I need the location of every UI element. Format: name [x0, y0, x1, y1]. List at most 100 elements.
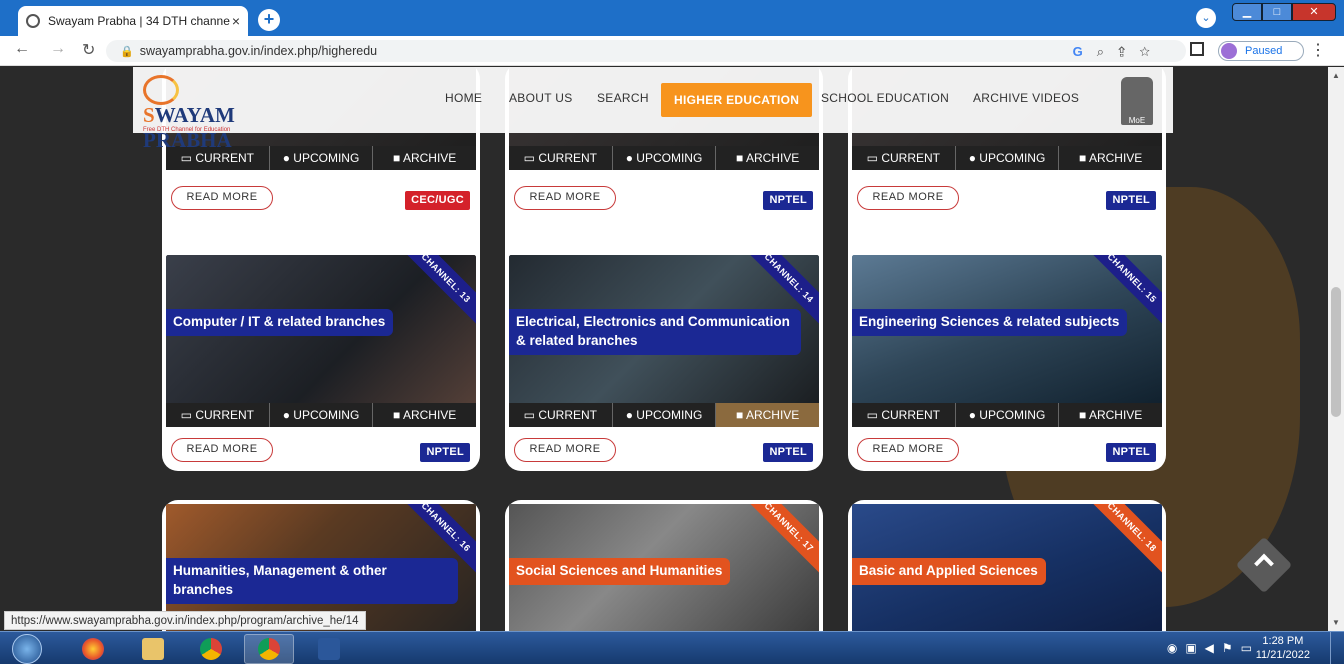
back-icon[interactable]: ←: [14, 40, 30, 58]
maximize-button[interactable]: □: [1262, 3, 1292, 21]
nav-search[interactable]: SEARCH: [597, 91, 649, 105]
channel-image[interactable]: CHANNEL: 17 Social Sciences and Humaniti…: [509, 504, 819, 631]
scroll-up-arrow-icon[interactable]: ▲: [1332, 71, 1340, 80]
taskbar-word[interactable]: [304, 634, 354, 664]
current-tab[interactable]: ▭ CURRENT: [509, 146, 613, 170]
channel-title[interactable]: Humanities, Management & other branches: [166, 558, 458, 604]
channel-title[interactable]: Basic and Applied Sciences: [852, 558, 1046, 585]
google-lens-icon[interactable]: G: [1073, 44, 1097, 59]
taskbar-chrome-active[interactable]: [244, 634, 294, 664]
profile-status: Paused: [1245, 45, 1283, 57]
scroll-down-arrow-icon[interactable]: ▼: [1332, 618, 1340, 627]
channel-card: CHANNEL: 14 Electrical, Electronics and …: [505, 251, 823, 471]
provider-badge: NPTEL: [763, 443, 813, 462]
show-desktop-button[interactable]: [1330, 632, 1344, 664]
channel-card: CHANNEL: 15 Engineering Sciences & relat…: [848, 251, 1166, 471]
provider-badge: NPTEL: [763, 191, 813, 210]
url-text: swayamprabha.gov.in/index.php/higheredu: [139, 44, 378, 58]
page-scrollbar[interactable]: ▲ ▼: [1328, 67, 1344, 631]
start-button[interactable]: [12, 634, 42, 664]
word-icon: [318, 638, 340, 660]
upcoming-tab[interactable]: ● UPCOMING: [270, 146, 374, 170]
upcoming-tab[interactable]: ● UPCOMING: [613, 146, 717, 170]
link-status-url: https://www.swayamprabha.gov.in/index.ph…: [4, 611, 366, 630]
archive-label: ARCHIVE: [402, 408, 457, 422]
archive-tab[interactable]: ■ ARCHIVE: [373, 146, 476, 170]
upcoming-label: UPCOMING: [293, 151, 360, 165]
address-bar[interactable]: 🔒 swayamprabha.gov.in/index.php/higheredu: [106, 40, 1186, 62]
nav-higher-education[interactable]: HIGHER EDUCATION: [661, 83, 813, 117]
channel-ribbon: CHANNEL: 17: [738, 504, 819, 578]
close-window-button[interactable]: ✕: [1292, 3, 1336, 21]
channel-image[interactable]: CHANNEL: 18 Basic and Applied Sciences: [852, 504, 1162, 631]
upcoming-tab[interactable]: ● UPCOMING: [270, 403, 374, 427]
archive-tab[interactable]: ■ ARCHIVE: [716, 146, 819, 170]
profile-button[interactable]: Paused: [1218, 41, 1304, 61]
menu-icon[interactable]: ⋮: [1310, 40, 1326, 60]
channel-image[interactable]: CHANNEL: 13 Computer / IT & related bran…: [166, 255, 476, 407]
logo-tagline: Free DTH Channel for Education: [143, 127, 231, 133]
system-tray[interactable]: ◉▣◀⚑▭: [1167, 641, 1260, 655]
tab-search-icon[interactable]: ⌄: [1196, 8, 1216, 28]
read-more-button[interactable]: READ MORE: [171, 186, 273, 210]
nav-school-education[interactable]: SCHOOL EDUCATION: [821, 91, 949, 105]
taskbar-chrome[interactable]: [186, 634, 236, 664]
upcoming-label: UPCOMING: [636, 151, 703, 165]
channel-ribbon: CHANNEL: 18: [1081, 504, 1162, 578]
current-label: CURRENT: [881, 151, 940, 165]
read-more-button[interactable]: READ MORE: [857, 186, 959, 210]
archive-tab[interactable]: ■ ARCHIVE: [1059, 403, 1162, 427]
upcoming-tab[interactable]: ● UPCOMING: [613, 403, 717, 427]
current-tab[interactable]: ▭ CURRENT: [509, 403, 613, 427]
channel-title[interactable]: Social Sciences and Humanities: [509, 558, 731, 585]
current-tab[interactable]: ▭ CURRENT: [166, 403, 270, 427]
upcoming-label: UPCOMING: [979, 408, 1046, 422]
reload-icon[interactable]: ↻: [82, 40, 95, 60]
channel-title[interactable]: Computer / IT & related branches: [166, 309, 394, 336]
read-more-button[interactable]: READ MORE: [171, 438, 273, 462]
lock-icon: 🔒: [120, 46, 134, 58]
provider-badge: CEC/UGC: [405, 191, 470, 210]
read-more-button[interactable]: READ MORE: [857, 438, 959, 462]
provider-badge: NPTEL: [1106, 443, 1156, 462]
current-tab[interactable]: ▭ CURRENT: [852, 146, 956, 170]
moe-emblem-icon: MoE: [1121, 77, 1153, 125]
archive-label: ARCHIVE: [402, 151, 457, 165]
current-tab[interactable]: ▭ CURRENT: [852, 403, 956, 427]
side-panel-icon[interactable]: [1190, 42, 1204, 56]
channel-title[interactable]: Electrical, Electronics and Communicatio…: [509, 309, 801, 355]
taskbar-clock[interactable]: 1:28 PM 11/21/2022: [1256, 634, 1310, 662]
taskbar-firefox[interactable]: [68, 634, 118, 664]
new-tab-button[interactable]: +: [258, 9, 280, 31]
close-tab-icon[interactable]: ×: [232, 13, 240, 29]
browser-tab[interactable]: Swayam Prabha | 34 DTH channe ×: [18, 6, 248, 36]
card-tabs: ▭ CURRENT ● UPCOMING ■ ARCHIVE: [852, 403, 1162, 427]
emblem-label: MoE: [1128, 116, 1146, 125]
forward-icon[interactable]: →: [50, 40, 66, 58]
address-bar-icons[interactable]: G⌕⇪☆: [1073, 44, 1164, 60]
read-more-button[interactable]: READ MORE: [514, 438, 616, 462]
read-more-button[interactable]: READ MORE: [514, 186, 616, 210]
swayam-prabha-logo[interactable]: SWAYAM PRABHA Free DTH Channel for Educa…: [139, 75, 279, 152]
taskbar-explorer[interactable]: [128, 634, 178, 664]
nav-about-us[interactable]: ABOUT US: [509, 91, 573, 105]
archive-tab[interactable]: ■ ARCHIVE: [373, 403, 476, 427]
upcoming-tab[interactable]: ● UPCOMING: [956, 146, 1060, 170]
current-label: CURRENT: [195, 408, 254, 422]
channel-card: CHANNEL: 17 Social Sciences and Humaniti…: [505, 500, 823, 631]
web-page: ▭ CURRENT ● UPCOMING ■ ARCHIVE READ MORE…: [0, 67, 1328, 631]
nav-home[interactable]: HOME: [445, 91, 482, 105]
archive-tab[interactable]: ■ ARCHIVE: [1059, 146, 1162, 170]
nav-archive-videos[interactable]: ARCHIVE VIDEOS: [973, 91, 1079, 105]
browser-tab-bar: Swayam Prabha | 34 DTH channe × + ⌄ ▁ □ …: [0, 0, 1344, 36]
minimize-button[interactable]: ▁: [1232, 3, 1262, 21]
scrollbar-thumb[interactable]: [1331, 287, 1341, 417]
channel-title[interactable]: Engineering Sciences & related subjects: [852, 309, 1128, 336]
archive-label: ARCHIVE: [1088, 151, 1143, 165]
card-tabs: ▭ CURRENT ● UPCOMING ■ ARCHIVE: [509, 403, 820, 427]
channel-image[interactable]: CHANNEL: 15 Engineering Sciences & relat…: [852, 255, 1162, 407]
archive-tab[interactable]: ■ ARCHIVE: [716, 403, 820, 427]
upcoming-tab[interactable]: ● UPCOMING: [956, 403, 1060, 427]
channel-image[interactable]: CHANNEL: 14 Electrical, Electronics and …: [509, 255, 819, 407]
chevron-up-icon: [1254, 553, 1274, 574]
